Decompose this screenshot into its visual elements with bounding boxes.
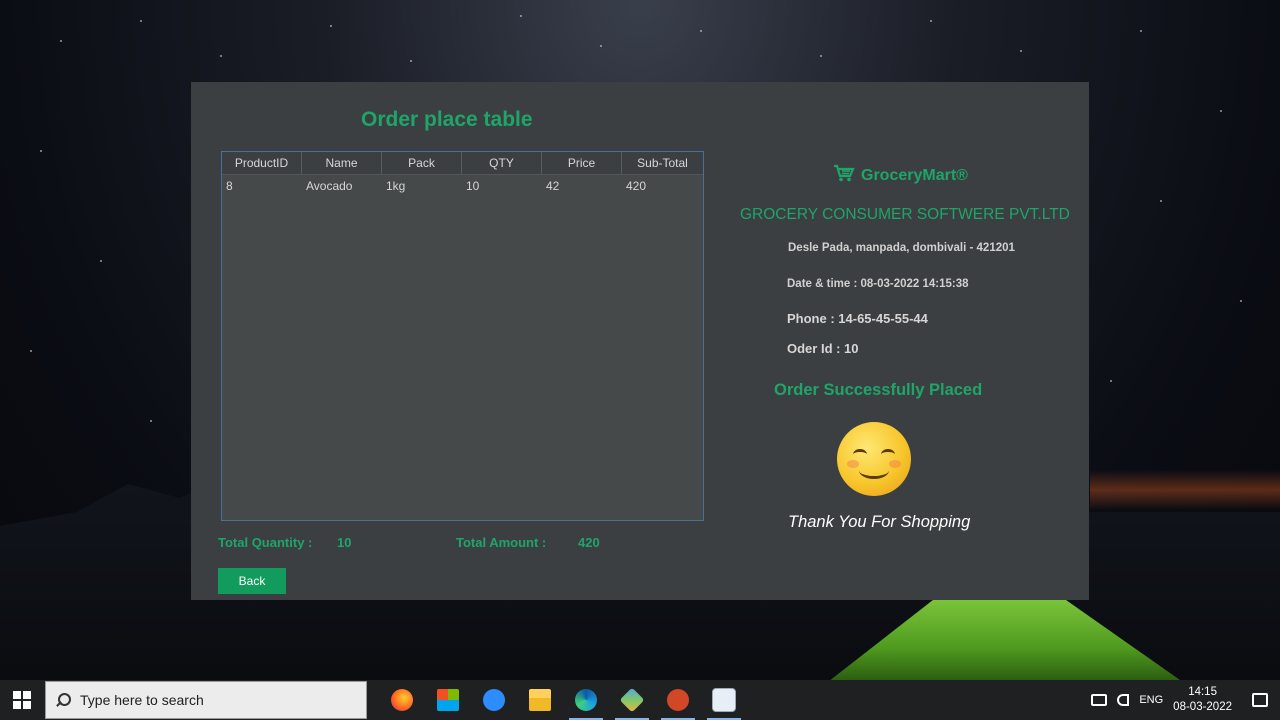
success-message: Order Successfully Placed <box>774 381 983 399</box>
brand: GroceryMart® <box>833 164 968 187</box>
network-icon[interactable] <box>1091 694 1108 706</box>
date-time: Date & time : 08-03-2022 14:15:38 <box>787 278 969 290</box>
smiley-blush-right <box>889 460 901 468</box>
edge-icon[interactable] <box>563 680 609 720</box>
virtualbox-icon[interactable] <box>609 680 655 720</box>
volume-icon[interactable] <box>1117 694 1130 706</box>
column-header[interactable]: ProductID <box>222 152 302 174</box>
pinned-apps <box>379 680 747 720</box>
column-header[interactable]: Price <box>542 152 622 174</box>
taskbar-search[interactable]: Type here to search <box>45 681 367 719</box>
smiley-mouth <box>859 462 889 479</box>
search-placeholder: Type here to search <box>80 692 204 708</box>
total-quantity-label: Total Quantity : <box>218 535 313 550</box>
java-icon[interactable] <box>701 680 747 720</box>
company-name: GROCERY CONSUMER SOFTWERE PVT.LTD <box>740 206 1070 223</box>
cell-subtotal: 420 <box>626 179 647 193</box>
powerpoint-icon[interactable] <box>655 680 701 720</box>
cell-pack: 1kg <box>386 179 406 193</box>
table-header: ProductID Name Pack QTY Price Sub-Total <box>222 152 703 175</box>
column-header[interactable]: QTY <box>462 152 542 174</box>
horizon-glow <box>1090 470 1280 510</box>
total-quantity-value: 10 <box>337 535 352 550</box>
clock-date: 08-03-2022 <box>1173 701 1232 713</box>
phone: Phone : 14-65-45-55-44 <box>787 311 928 326</box>
cell-price: 42 <box>546 179 560 193</box>
smiley-blush-left <box>847 460 859 468</box>
order-table[interactable]: ProductID Name Pack QTY Price Sub-Total … <box>221 151 704 521</box>
table-title: Order place table <box>361 108 533 131</box>
brand-name: GroceryMart® <box>861 166 968 184</box>
language-indicator[interactable]: ENG <box>1139 694 1163 706</box>
cell-name: Avocado <box>306 179 353 193</box>
column-header[interactable]: Pack <box>382 152 462 174</box>
column-header[interactable]: Name <box>302 152 382 174</box>
total-amount-label: Total Amount : <box>456 535 547 550</box>
back-button[interactable]: Back <box>218 568 286 594</box>
cart-icon <box>833 164 855 187</box>
file-explorer-icon[interactable] <box>517 680 563 720</box>
windows-icon <box>13 691 31 709</box>
smiley-icon <box>837 422 911 496</box>
firefox-icon[interactable] <box>379 680 425 720</box>
order-id: Oder Id : 10 <box>787 341 859 356</box>
cell-qty: 10 <box>466 179 480 193</box>
clock[interactable]: 14:15 08-03-2022 <box>1173 685 1232 715</box>
search-icon <box>56 693 71 707</box>
column-header[interactable]: Sub-Total <box>622 152 703 174</box>
smiley-eye-left <box>853 449 867 460</box>
smiley-eye-right <box>881 449 895 460</box>
order-window: Order place table ProductID Name Pack QT… <box>191 82 1089 600</box>
address: Desle Pada, manpada, dombivali - 421201 <box>788 242 1015 254</box>
zoom-icon[interactable] <box>471 680 517 720</box>
clock-time: 14:15 <box>1188 686 1217 698</box>
cell-product-id: 8 <box>226 179 233 193</box>
store-icon[interactable] <box>425 680 471 720</box>
notification-icon[interactable] <box>1252 693 1268 707</box>
taskbar: Type here to search ENG 14:15 08-03-2022 <box>0 680 1280 720</box>
system-tray: ENG 14:15 08-03-2022 <box>1091 680 1280 720</box>
thank-you-text: Thank You For Shopping <box>788 513 971 531</box>
total-amount-value: 420 <box>578 535 600 550</box>
start-button[interactable] <box>0 680 44 720</box>
table-row[interactable]: 8 Avocado 1kg 10 42 420 <box>222 175 703 197</box>
